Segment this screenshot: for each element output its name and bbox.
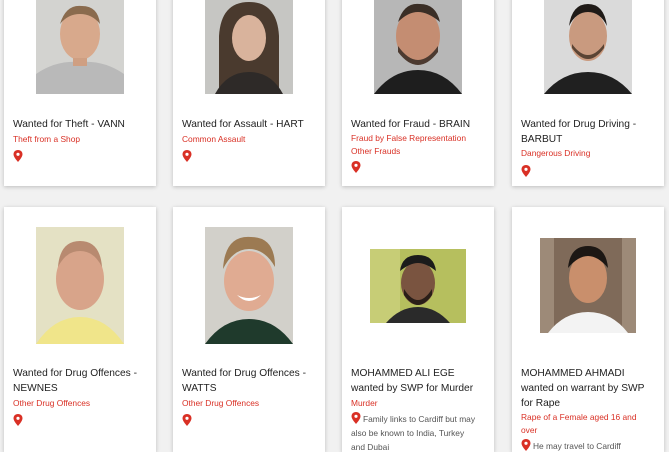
offence-link[interactable]: Theft from a Shop bbox=[13, 132, 148, 147]
card-title-line[interactable]: MOHAMMED ALI EGE bbox=[351, 366, 486, 381]
wanted-card-newnes[interactable]: Wanted for Drug Offences - NEWNES Other … bbox=[4, 207, 156, 452]
card-title-line[interactable]: WATTS bbox=[182, 381, 317, 396]
wanted-card-hart[interactable]: Wanted for Assault - HART Common Assault bbox=[173, 0, 325, 186]
card-title[interactable]: Wanted for Assault - HART bbox=[182, 117, 317, 132]
map-pin-icon bbox=[521, 439, 531, 451]
suspect-photo[interactable] bbox=[36, 227, 124, 344]
wanted-card-vann[interactable]: Wanted for Theft - VANN Theft from a Sho… bbox=[4, 0, 156, 186]
card-title-line[interactable]: wanted by SWP for Murder bbox=[351, 381, 486, 396]
suspect-photo[interactable] bbox=[205, 227, 293, 344]
offence-link[interactable]: Murder bbox=[351, 396, 486, 411]
map-pin-icon bbox=[13, 150, 23, 162]
card-title[interactable]: Wanted for Theft - VANN bbox=[13, 117, 148, 132]
offence-link[interactable]: Other Frauds bbox=[351, 144, 486, 159]
suspect-photo[interactable] bbox=[540, 238, 636, 333]
wanted-card-brain[interactable]: Wanted for Fraud - BRAIN Fraud by False … bbox=[342, 0, 494, 186]
suspect-photo[interactable] bbox=[205, 0, 293, 94]
wanted-card-watts[interactable]: Wanted for Drug Offences - WATTS Other D… bbox=[173, 207, 325, 452]
map-pin-icon bbox=[182, 414, 192, 426]
suspect-photo[interactable] bbox=[374, 0, 462, 94]
offence-link[interactable]: Common Assault bbox=[182, 132, 317, 147]
wanted-card-ege[interactable]: MOHAMMED ALI EGE wanted by SWP for Murde… bbox=[342, 207, 494, 452]
location-line: Family links to Cardiff but may bbox=[363, 414, 476, 424]
location-line: He may travel to Cardiff bbox=[533, 441, 621, 451]
location-text: He may travel to Cardiff bbox=[521, 439, 656, 452]
map-pin-icon bbox=[351, 161, 361, 173]
wanted-card-ahmadi[interactable]: MOHAMMED AHMADI wanted on warrant by SWP… bbox=[512, 207, 664, 452]
card-title-line[interactable]: BARBUT bbox=[521, 132, 656, 147]
map-pin-icon bbox=[521, 165, 531, 177]
wanted-card-barbut[interactable]: Wanted for Drug Driving - BARBUT Dangero… bbox=[512, 0, 664, 186]
map-pin-icon bbox=[182, 150, 192, 162]
suspect-photo[interactable] bbox=[544, 0, 632, 94]
suspect-photo[interactable] bbox=[370, 249, 466, 323]
card-title-line[interactable]: Wanted for Drug Offences - bbox=[182, 366, 317, 381]
card-title[interactable]: Wanted for Fraud - BRAIN bbox=[351, 117, 486, 132]
card-title-line[interactable]: wanted on warrant by SWP bbox=[521, 381, 656, 396]
suspect-photo[interactable] bbox=[36, 0, 124, 94]
map-pin-icon bbox=[13, 414, 23, 426]
offence-link[interactable]: over bbox=[521, 423, 656, 438]
offence-link[interactable]: Other Drug Offences bbox=[182, 396, 317, 411]
card-title-line[interactable]: Wanted for Drug Offences - bbox=[13, 366, 148, 381]
location-text: Family links to Cardiff but may bbox=[351, 412, 486, 426]
offence-link[interactable]: Dangerous Driving bbox=[521, 146, 656, 161]
location-line: and Dubai bbox=[351, 442, 390, 452]
card-title-line[interactable]: Wanted for Drug Driving - bbox=[521, 117, 656, 132]
location-line: also be known to India, Turkey bbox=[351, 428, 465, 438]
card-title-line[interactable]: NEWNES bbox=[13, 381, 148, 396]
card-title-line[interactable]: for Rape bbox=[521, 396, 656, 411]
map-pin-icon bbox=[351, 412, 361, 424]
card-title-line[interactable]: MOHAMMED AHMADI bbox=[521, 366, 656, 381]
offence-link[interactable]: Other Drug Offences bbox=[13, 396, 148, 411]
